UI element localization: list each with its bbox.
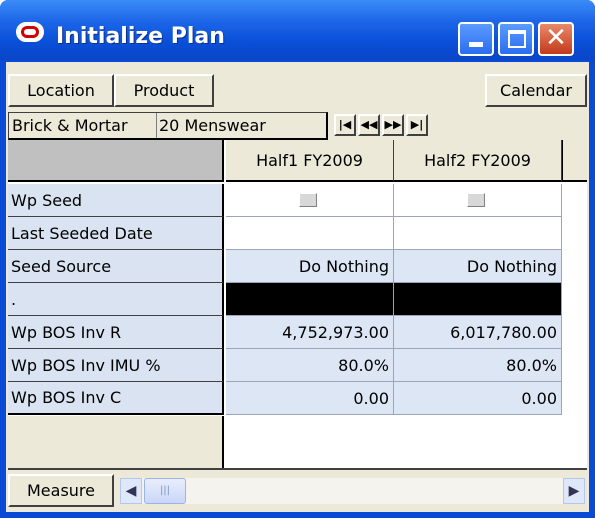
seed-source-cell[interactable]: Do Nothing	[394, 250, 562, 283]
row-label-empty-area	[8, 416, 224, 468]
last-icon[interactable]: ▶|	[406, 114, 428, 136]
close-icon: ✕	[545, 23, 567, 53]
wp-bos-inv-r-cell[interactable]: 6,017,780.00	[394, 316, 562, 349]
close-button[interactable]: ✕	[538, 22, 574, 56]
row-label-last-seeded-date: Last Seeded Date	[8, 217, 224, 250]
wp-bos-inv-c-cell[interactable]: 0.00	[226, 382, 394, 415]
seed-source-cell[interactable]: Do Nothing	[226, 250, 394, 283]
row-label-wp-bos-inv-imu: Wp BOS Inv IMU %	[8, 349, 224, 382]
column-header-stub	[562, 140, 587, 182]
next-icon[interactable]: ▶▶	[382, 114, 404, 136]
black-separator-cell	[394, 283, 562, 316]
column-header-half2[interactable]: Half2 FY2009	[394, 140, 562, 182]
maximize-icon	[508, 30, 526, 48]
column-header-half1[interactable]: Half1 FY2009	[226, 140, 394, 182]
wp-seed-checkbox-cell[interactable]	[394, 184, 562, 217]
grid-empty-area	[226, 416, 587, 468]
row-label-separator: .	[8, 283, 224, 316]
scroll-left-icon[interactable]: ◀	[120, 478, 142, 504]
wp-bos-inv-c-cell[interactable]: 0.00	[394, 382, 562, 415]
horizontal-scrollbar[interactable]: ◀ ||| ▶	[120, 478, 585, 504]
checkbox[interactable]	[298, 193, 317, 207]
row-label-wp-seed: Wp Seed	[8, 184, 224, 217]
wp-bos-inv-imu-cell[interactable]: 80.0%	[394, 349, 562, 382]
maximize-button[interactable]	[498, 22, 534, 56]
wp-bos-inv-imu-cell[interactable]: 80.0%	[226, 349, 394, 382]
calendar-button[interactable]: Calendar	[485, 74, 587, 107]
grid-corner	[8, 140, 224, 182]
wp-seed-checkbox-cell[interactable]	[226, 184, 394, 217]
product-button[interactable]: Product	[114, 74, 214, 107]
row-label-wp-bos-inv-c: Wp BOS Inv C	[8, 382, 224, 415]
last-seeded-date-cell[interactable]	[226, 217, 394, 250]
scroll-right-icon[interactable]: ▶	[563, 478, 585, 504]
last-seeded-date-cell[interactable]	[394, 217, 562, 250]
oracle-app-icon	[16, 22, 44, 42]
location-context: Brick & Mortar	[12, 116, 128, 135]
bottom-bar: Measure ◀ ||| ▶	[8, 468, 587, 510]
title-bar[interactable]: Initialize Plan ✕	[0, 0, 595, 60]
row-label-wp-bos-inv-r: Wp BOS Inv R	[8, 316, 224, 349]
context-box: Brick & Mortar 20 Menswear	[8, 112, 328, 140]
window-title: Initialize Plan	[56, 24, 225, 49]
black-separator-cell	[226, 283, 394, 316]
minimize-button[interactable]	[458, 22, 494, 56]
prev-icon[interactable]: ◀◀	[358, 114, 380, 136]
client-area: Location Product Calendar Brick & Mortar…	[6, 62, 589, 512]
minimize-icon	[469, 42, 483, 47]
wp-bos-inv-r-cell[interactable]: 4,752,973.00	[226, 316, 394, 349]
plan-grid: Half1 FY2009 Half2 FY2009 Wp Seed Last S…	[8, 140, 587, 468]
initialize-plan-window: Initialize Plan ✕ Location Product Calen…	[0, 0, 595, 518]
location-button[interactable]: Location	[8, 74, 114, 107]
scroll-thumb[interactable]: |||	[144, 478, 186, 504]
row-label-seed-source: Seed Source	[8, 250, 224, 283]
first-icon[interactable]: |◀	[334, 114, 356, 136]
product-context: 20 Menswear	[156, 113, 266, 138]
measure-button[interactable]: Measure	[8, 474, 114, 507]
checkbox[interactable]	[466, 193, 485, 207]
